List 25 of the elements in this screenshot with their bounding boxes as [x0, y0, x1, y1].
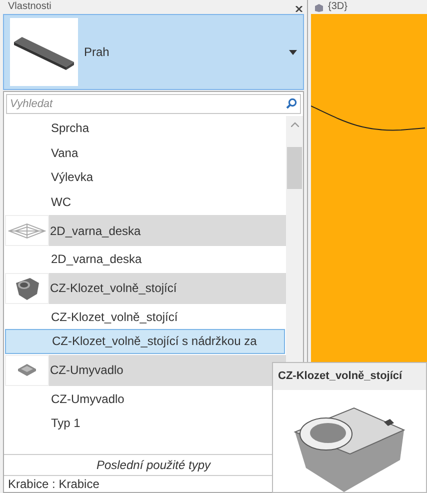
- view-title[interactable]: {3D}: [328, 2, 348, 12]
- panel-title: Vlastnosti: [8, 2, 52, 12]
- family-header: CZ-Klozet_volně_stojící: [49, 272, 286, 304]
- slab-icon: [13, 34, 75, 70]
- type-list-item[interactable]: WC: [5, 190, 285, 214]
- sink-icon: [17, 363, 37, 377]
- toilet-icon: [14, 275, 40, 301]
- type-list-item[interactable]: CZ-Klozet_volně_stojící: [5, 304, 285, 329]
- dropdown-caret-icon[interactable]: [289, 50, 297, 54]
- type-name: Prah: [84, 44, 110, 61]
- family-header: 2D_varna_deska: [49, 215, 286, 246]
- tooltip-title: CZ-Klozet_volně_stojící: [273, 363, 426, 390]
- type-list-item[interactable]: Výlevka: [5, 165, 285, 190]
- type-list-item[interactable]: Vana: [5, 140, 285, 165]
- scroll-up-icon[interactable]: [290, 122, 298, 127]
- type-list-item[interactable]: 2D_varna_deska: [5, 247, 285, 272]
- type-selector[interactable]: Prah: [3, 14, 304, 90]
- type-list-item[interactable]: Sprcha: [5, 116, 285, 140]
- plate-outline-icon: [8, 222, 46, 238]
- cube-icon: [314, 4, 324, 12]
- scroll-thumb[interactable]: [287, 147, 302, 189]
- type-list-item[interactable]: CZ-Klozet_volně_stojící s nádržkou za: [5, 329, 285, 354]
- close-icon[interactable]: [295, 6, 303, 12]
- search-field[interactable]: Vyhledat: [6, 94, 301, 114]
- search-icon[interactable]: [286, 98, 297, 109]
